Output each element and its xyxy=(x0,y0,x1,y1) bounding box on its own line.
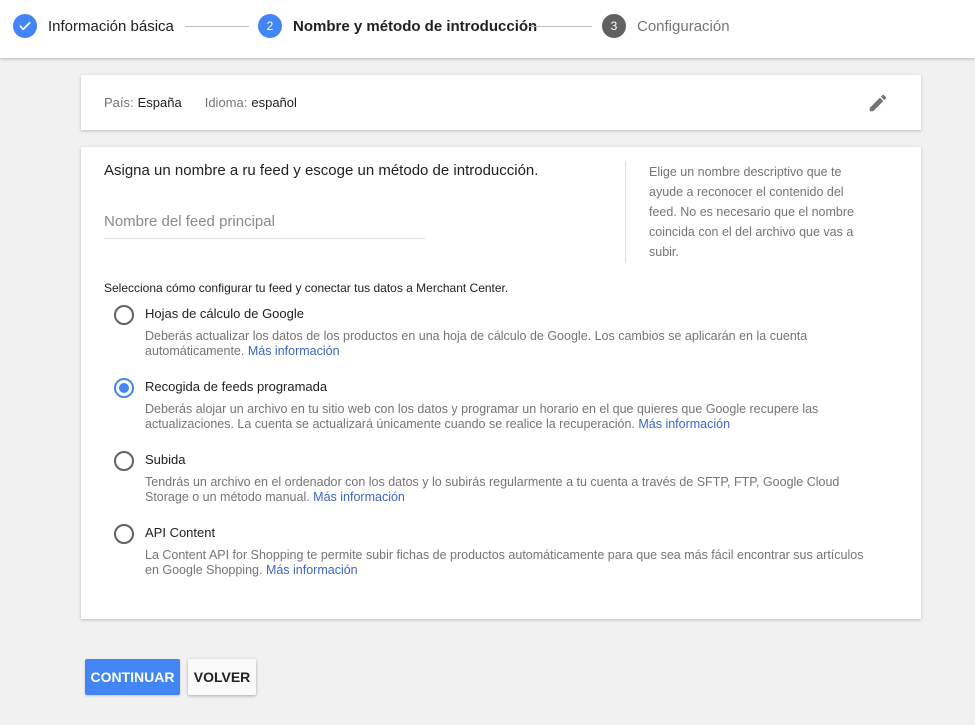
more-info-link[interactable]: Más información xyxy=(266,563,358,577)
step-number: 3 xyxy=(602,14,626,38)
description-text: Tendrás un archivo en el ordenador con l… xyxy=(145,475,840,504)
stepper-header: Información básica 2 Nombre y método de … xyxy=(0,0,975,58)
radio-button[interactable] xyxy=(114,524,134,544)
more-info-link[interactable]: Más información xyxy=(248,344,340,358)
country-language-row: País: España Idioma: español xyxy=(104,95,297,110)
option-label: Subida xyxy=(145,452,186,467)
language-value: español xyxy=(251,95,297,110)
feed-setup-card: Asigna un nombre a ru feed y escoge un m… xyxy=(81,147,921,619)
radio-button-selected[interactable] xyxy=(114,378,134,398)
step-label: Información básica xyxy=(48,17,174,35)
country-key: País: xyxy=(104,95,134,110)
continue-button[interactable]: CONTINUAR xyxy=(85,659,180,695)
card-title: Asigna un nombre a ru feed y escoge un m… xyxy=(104,162,539,179)
option-label: Hojas de cálculo de Google xyxy=(145,306,304,321)
country-language-card: País: España Idioma: español xyxy=(81,75,921,130)
checkmark-icon xyxy=(13,14,37,38)
step-basic-info[interactable]: Información básica xyxy=(13,13,174,39)
feed-name-input[interactable] xyxy=(104,205,425,239)
option-description: La Content API for Shopping te permite s… xyxy=(145,548,865,578)
pencil-icon[interactable] xyxy=(867,92,889,114)
divider xyxy=(625,161,626,263)
step-number: 2 xyxy=(258,14,282,38)
option-label: API Content xyxy=(145,525,216,540)
step-label: Configuración xyxy=(637,17,730,35)
more-info-link[interactable]: Más información xyxy=(638,417,730,431)
description-text: La Content API for Shopping te permite s… xyxy=(145,548,864,577)
step-connector xyxy=(528,26,592,27)
option-description: Deberás actualizar los datos de los prod… xyxy=(145,329,865,359)
method-prompt: Selecciona cómo configurar tu feed y con… xyxy=(104,281,509,295)
more-info-link[interactable]: Más información xyxy=(313,490,405,504)
option-label: Recogida de feeds programada xyxy=(145,379,328,394)
description-text: Deberás actualizar los datos de los prod… xyxy=(145,329,808,358)
radio-button[interactable] xyxy=(114,451,134,471)
step-name-method[interactable]: 2 Nombre y método de introducción xyxy=(258,13,537,39)
option-description: Tendrás un archivo en el ordenador con l… xyxy=(145,475,865,505)
step-label: Nombre y método de introducción xyxy=(293,17,538,35)
step-configuration[interactable]: 3 Configuración xyxy=(602,13,730,39)
language-key: Idioma: xyxy=(204,95,248,110)
step-connector xyxy=(185,26,249,27)
back-button[interactable]: VOLVER xyxy=(188,659,256,695)
radio-button[interactable] xyxy=(114,305,134,325)
option-description: Deberás alojar un archivo en tu sitio we… xyxy=(145,402,865,432)
country-value: España xyxy=(137,95,182,110)
help-text: Elige un nombre descriptivo que te ayude… xyxy=(649,165,854,259)
